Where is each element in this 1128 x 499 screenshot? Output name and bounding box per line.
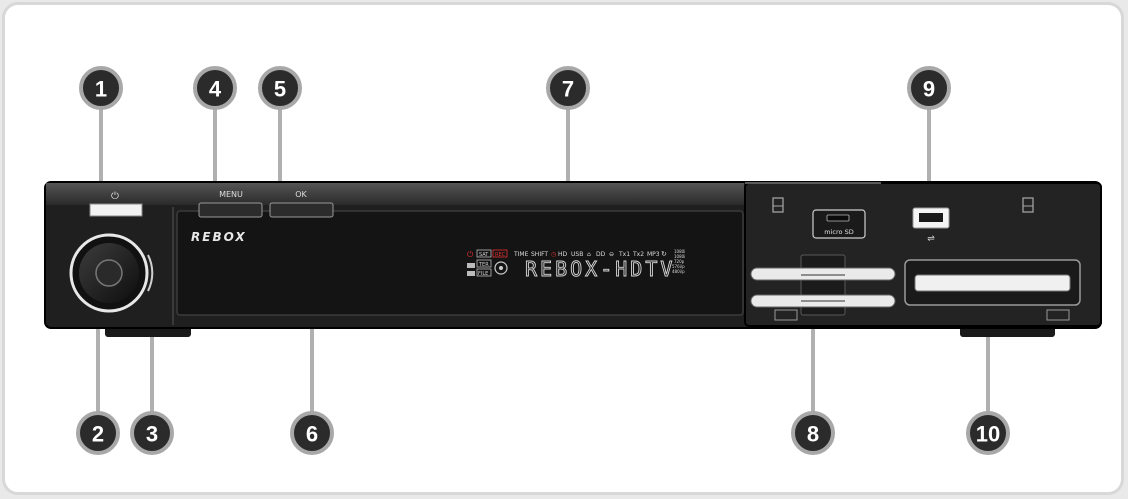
callout-3-label: 3 — [146, 422, 158, 447]
callout-8: 8 — [791, 411, 835, 455]
usb-icon: ⇌ — [927, 234, 935, 244]
callout-1: 1 — [79, 66, 123, 110]
callout-1-label: 1 — [95, 77, 107, 102]
diagram-frame: ⏻ MENU OK REBOX ⏻ SAT REC TER FILE TIME … — [2, 2, 1124, 495]
callout-10: 10 — [966, 411, 1010, 455]
callout-4: 4 — [193, 66, 237, 110]
card-slot-upper[interactable] — [750, 267, 896, 281]
antenna-icon — [467, 263, 475, 268]
indicator-sat: SAT — [479, 252, 489, 258]
callout-5: 5 — [258, 66, 302, 110]
ci-slot[interactable] — [904, 259, 1081, 306]
callout-5-label: 5 — [274, 77, 286, 102]
callout-2: 2 — [76, 411, 120, 455]
micro-sd-slot[interactable]: micro SD — [812, 209, 866, 239]
callout-3: 3 — [130, 411, 174, 455]
indicator-ter: TER — [478, 262, 489, 268]
menu-label: MENU — [219, 190, 243, 199]
callout-6: 6 — [290, 411, 334, 455]
callout-7: 7 — [546, 66, 590, 110]
callout-4-label: 4 — [209, 77, 222, 102]
receiver-front-panel-diagram: ⏻ MENU OK REBOX ⏻ SAT REC TER FILE TIME … — [44, 66, 1102, 455]
callout-7-label: 7 — [562, 77, 574, 102]
callout-2-label: 2 — [92, 422, 104, 447]
power-label: ⏻ — [111, 191, 119, 202]
callout-10-label: 10 — [976, 422, 1000, 447]
callout-8-label: 8 — [807, 422, 819, 447]
standby-led-icon: ⏻ — [467, 250, 474, 259]
volume-knob[interactable] — [69, 233, 149, 313]
brand-logo: REBOX — [191, 230, 247, 244]
micro-sd-label: micro SD — [824, 228, 853, 236]
callout-6-label: 6 — [306, 422, 318, 447]
indicator-file: FILE — [478, 271, 488, 277]
folder-icon — [467, 271, 475, 276]
indicator-rec: REC — [495, 252, 506, 258]
vfd-display-text: REBOX-HDTV — [525, 257, 675, 281]
callout-9: 9 — [907, 66, 951, 110]
callout-9-label: 9 — [923, 77, 935, 102]
ok-label: OK — [295, 190, 307, 199]
